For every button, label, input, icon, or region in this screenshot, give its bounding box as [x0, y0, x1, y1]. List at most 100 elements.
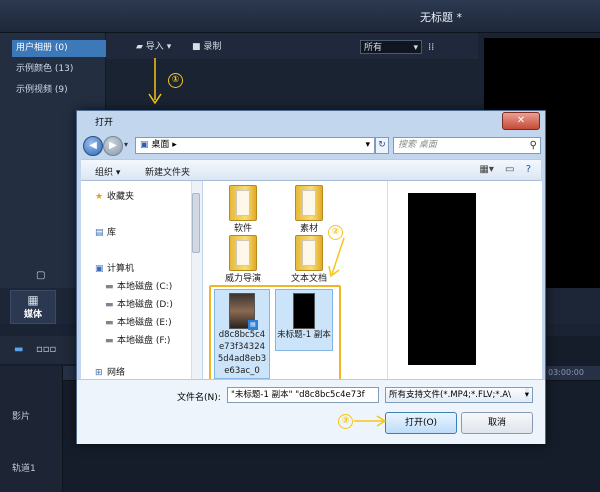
close-button[interactable]: ✕ [502, 112, 540, 130]
nav-item-libraries[interactable]: ▤ 库 [95, 225, 116, 238]
nav-label: 本地磁盘 (F:) [117, 336, 171, 346]
library-item-sample-colors[interactable]: 示例颜色 (13) [12, 61, 106, 78]
help-icon[interactable]: ? [526, 164, 531, 175]
record-button[interactable]: ■ 录制 [192, 39, 221, 52]
storyboard-view-icon[interactable]: ▫▫▫ [36, 344, 56, 355]
annotation-arrow-3 [354, 415, 387, 427]
library-icon: ▤ [95, 228, 104, 238]
annotation-step-3: ③ [338, 414, 353, 429]
chevron-right-icon: ▸ [172, 140, 177, 150]
open-file-dialog: 打开 ✕ ◀ ▶ ▾ ▣ 桌面 ▸ ▾ ↻ 搜索 桌面 ⚲ 组织 ▾ 新建文件夹… [76, 110, 546, 444]
network-icon: ⊞ [95, 368, 103, 378]
preview-image [408, 193, 476, 365]
folder-icon [229, 235, 257, 271]
annotation-arrow-1 [148, 58, 162, 105]
nav-item-favorites[interactable]: ★ 收藏夹 [95, 189, 134, 202]
library-item-sample-videos[interactable]: 示例视频 (9) [12, 82, 106, 99]
library-item-user-album[interactable]: 用户相册 (0) [12, 40, 106, 57]
nav-item-drive-e[interactable]: ▬ 本地磁盘 (E:) [105, 315, 172, 328]
nav-label: 本地磁盘 (E:) [117, 318, 172, 328]
tab-media-label: 媒体 [23, 310, 42, 320]
command-bar: 组织 ▾ 新建文件夹 ▦▾ ▭ ? [81, 159, 541, 181]
organize-menu[interactable]: 组织 ▾ [95, 165, 120, 178]
file-name: 素材 [299, 224, 318, 234]
import-button[interactable]: ▰ 导入 ▾ [136, 39, 171, 52]
nav-label: 计算机 [107, 264, 135, 274]
filter-select[interactable]: 所有 ▾ [360, 40, 422, 54]
search-input[interactable]: 搜索 桌面 ⚲ [393, 137, 541, 154]
document-title: 无标题 * [420, 11, 462, 24]
file-item-folder[interactable]: 威力导演 [215, 235, 271, 284]
record-label: 录制 [203, 42, 222, 52]
address-bar[interactable]: ▣ 桌面 ▸ ▾ [135, 137, 375, 154]
film-icon: ▦ [27, 293, 39, 307]
address-text: 桌面 [151, 140, 170, 150]
file-item-folder[interactable]: 素材 [285, 185, 333, 234]
file-item-image[interactable]: 未标题-1 副本 [275, 289, 333, 351]
video-badge-icon: ▤ [248, 320, 258, 330]
nav-label: 收藏夹 [107, 192, 135, 202]
nav-label: 网络 [107, 368, 126, 378]
file-list: 软件 素材 威力导演 文本文档 ▤ d8c8bc5c4e73f343245d4a… [203, 181, 387, 383]
import-label: 导入 [145, 42, 164, 52]
chevron-down-icon: ▾ [524, 388, 529, 402]
new-item-icon[interactable]: ▢ [36, 270, 45, 281]
recent-locations-icon[interactable]: ▾ [124, 140, 128, 149]
ruler-time-label: 03:00:00 [548, 368, 584, 377]
filetype-value: 所有支持文件(*.MP4;*.FLV;*.A\ [389, 390, 511, 400]
track-headers: 影片 轨道1 [0, 366, 63, 492]
video-thumbnail: ▤ [229, 293, 258, 330]
file-name: 软件 [233, 224, 252, 234]
new-folder-button[interactable]: 新建文件夹 [145, 165, 190, 178]
nav-item-drive-f[interactable]: ▬ 本地磁盘 (F:) [105, 333, 170, 346]
camera-icon: ■ [192, 42, 201, 52]
annotation-step-1: ① [168, 73, 183, 88]
annotation-arrow-2 [328, 237, 345, 278]
nav-label: 库 [107, 228, 117, 238]
chevron-down-icon: ▾ [166, 42, 172, 52]
folder-icon [295, 235, 323, 271]
timeline-view-icon[interactable]: ▬ [14, 344, 23, 355]
nav-item-drive-c[interactable]: ▬ 本地磁盘 (C:) [105, 279, 172, 292]
drive-icon: ▬ [105, 282, 114, 292]
file-name: 威力导演 [224, 274, 261, 284]
open-button[interactable]: 打开(O) [385, 412, 457, 434]
nav-label: 本地磁盘 (C:) [117, 282, 173, 292]
tab-media[interactable]: ▦ 媒体 [10, 290, 56, 324]
view-icons: ▦▾ ▭ ? [479, 164, 531, 175]
file-name: 未标题-1 副本 [277, 330, 331, 340]
search-icon: ⚲ [529, 140, 537, 151]
chevron-down-icon: ▾ [413, 43, 418, 53]
view-mode-icon[interactable]: ▦▾ [479, 164, 493, 175]
preview-pane-icon[interactable]: ▭ [505, 164, 514, 175]
forward-button[interactable]: ▶ [103, 136, 123, 156]
view-options-icon[interactable]: ⁞⁞ [428, 42, 434, 53]
cancel-button[interactable]: 取消 [461, 412, 533, 434]
filetype-select[interactable]: 所有支持文件(*.MP4;*.FLV;*.A\ ▾ [385, 387, 533, 403]
nav-item-drive-d[interactable]: ▬ 本地磁盘 (D:) [105, 297, 173, 310]
title-bar [0, 0, 600, 33]
drive-icon: ▬ [105, 318, 114, 328]
address-row: ◀ ▶ ▾ ▣ 桌面 ▸ ▾ ↻ 搜索 桌面 ⚲ [81, 135, 541, 157]
dialog-title: 打开 [95, 118, 114, 128]
chevron-down-icon: ▾ [365, 140, 370, 150]
file-item-video[interactable]: ▤ d8c8bc5c4e73f343245d4ad8eb3e63ac_0 [214, 289, 270, 379]
back-button[interactable]: ◀ [83, 136, 103, 156]
nav-item-network[interactable]: ⊞ 网络 [95, 365, 125, 378]
filename-input[interactable]: "未标题-1 副本" "d8c8bc5c4e73f [227, 387, 379, 403]
track-label-track1: 轨道1 [12, 464, 36, 474]
nav-item-computer[interactable]: ▣ 计算机 [95, 261, 134, 274]
nav-scrollbar-thumb[interactable] [192, 193, 200, 253]
filename-label: 文件名(N): [177, 393, 221, 403]
track-label-movie: 影片 [12, 412, 31, 422]
folder-icon: ▰ [136, 42, 143, 52]
star-icon: ★ [95, 192, 104, 202]
search-placeholder: 搜索 桌面 [398, 140, 437, 150]
refresh-button[interactable]: ↻ [375, 137, 389, 154]
image-thumbnail [293, 293, 315, 329]
drive-icon: ▬ [105, 336, 114, 346]
drive-icon: ▬ [105, 300, 114, 310]
file-item-folder[interactable]: 软件 [219, 185, 267, 234]
folder-icon [229, 185, 257, 221]
navigation-pane: ★ 收藏夹 ▤ 库 ▣ 计算机 ▬ 本地磁盘 (C:) ▬ 本地磁盘 (D:) ▬ 本地磁盘… [81, 181, 194, 379]
